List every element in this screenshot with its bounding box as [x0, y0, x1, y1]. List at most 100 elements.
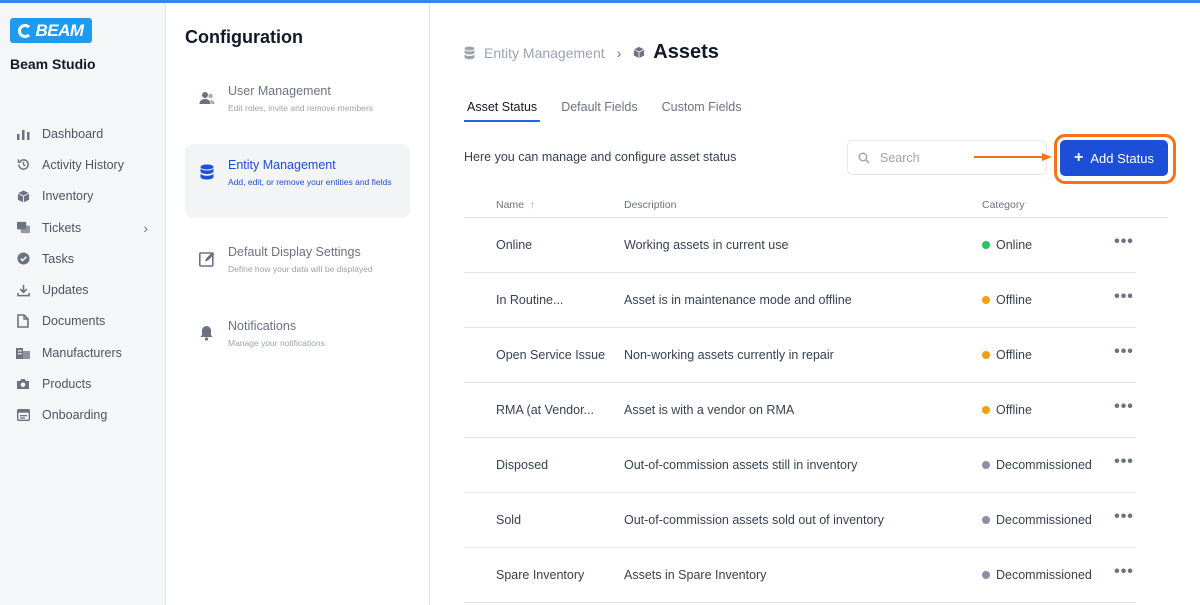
table-row[interactable]: Sold Out-of-commission assets sold out of… — [464, 493, 1168, 548]
breadcrumb-entity-management[interactable]: Entity Management — [484, 45, 605, 61]
sidebar-nav: Dashboard Activity History Inventory Tic… — [0, 118, 166, 431]
edit-display-icon — [199, 251, 215, 267]
sidebar-item-tasks[interactable]: Tasks — [0, 243, 166, 274]
asset-status-table: Name ↑ Description Category Online Workin… — [464, 191, 1168, 603]
check-circle-icon — [16, 252, 30, 266]
category-dot-icon — [982, 241, 990, 249]
users-icon — [199, 90, 215, 106]
sidebar-item-label: Tasks — [42, 251, 74, 266]
sidebar-item-updates[interactable]: Updates — [0, 274, 166, 305]
sidebar-item-inventory[interactable]: Inventory — [0, 181, 166, 212]
more-options-icon[interactable]: ••• — [1114, 562, 1134, 582]
sidebar-item-label: Onboarding — [42, 408, 108, 423]
column-header-description: Description — [624, 199, 677, 211]
status-description: Non-working assets currently in repair — [624, 348, 834, 362]
sidebar-item-label: Updates — [42, 283, 89, 298]
history-icon — [16, 158, 30, 172]
status-name: Sold — [496, 513, 522, 527]
cube-icon — [16, 189, 30, 203]
sidebar-item-onboarding[interactable]: Onboarding — [0, 400, 166, 431]
download-icon — [16, 283, 30, 297]
status-name: In Routine... — [496, 293, 564, 307]
tickets-icon — [16, 221, 30, 235]
sidebar-item-activity-history[interactable]: Activity History — [0, 149, 166, 180]
category-dot-icon — [982, 351, 990, 359]
sidebar-item-label: Dashboard — [42, 126, 104, 141]
status-category: Offline — [982, 403, 1032, 417]
beam-logo[interactable]: BEAM — [10, 18, 92, 43]
column-header-label: Name — [496, 199, 525, 211]
category-label: Offline — [996, 403, 1032, 417]
table-row[interactable]: In Routine... Asset is in maintenance mod… — [464, 273, 1168, 328]
table-row[interactable]: Spare Inventory Assets in Spare Inventory… — [464, 548, 1168, 603]
sidebar-item-products[interactable]: Products — [0, 368, 166, 399]
more-options-icon[interactable]: ••• — [1114, 287, 1134, 307]
chevron-right-icon[interactable]: › — [143, 220, 148, 236]
breadcrumb: Entity Management › Assets — [464, 41, 719, 64]
status-name: RMA (at Vendor... — [496, 403, 594, 417]
main-content: Entity Management › Assets Asset Status … — [430, 3, 1200, 605]
sort-ascending-icon: ↑ — [530, 199, 536, 211]
sidebar-item-label: Inventory — [42, 189, 94, 204]
table-header: Name ↑ Description Category — [464, 191, 1168, 218]
configuration-title: Configuration — [185, 27, 303, 47]
sidebar-item-label: Activity History — [42, 157, 124, 172]
column-header-name[interactable]: Name ↑ — [496, 199, 535, 211]
sidebar-item-documents[interactable]: Documents — [0, 306, 166, 337]
category-dot-icon — [982, 406, 990, 414]
sidebar-item-label: Documents — [42, 314, 106, 329]
column-header-category: Category — [982, 199, 1025, 211]
tab-default-fields[interactable]: Default Fields — [558, 100, 640, 122]
search-icon — [858, 152, 870, 163]
config-item-description: Manage your notifications — [228, 338, 325, 348]
building-icon — [16, 346, 30, 360]
logo-mark-icon — [18, 23, 33, 38]
category-label: Offline — [996, 293, 1032, 307]
sidebar-item-label: Manufacturers — [42, 345, 122, 360]
camera-icon — [16, 377, 30, 391]
status-name: Spare Inventory — [496, 568, 585, 582]
config-item-default-display-settings[interactable]: Default Display Settings Define how your… — [185, 231, 410, 305]
page-title: Assets — [653, 41, 719, 63]
sidebar-item-tickets[interactable]: Tickets › — [0, 212, 166, 243]
more-options-icon[interactable]: ••• — [1114, 232, 1134, 252]
more-options-icon[interactable]: ••• — [1114, 452, 1134, 472]
config-item-title: Default Display Settings — [228, 245, 361, 259]
table-row[interactable]: RMA (at Vendor... Asset is with a vendor … — [464, 383, 1168, 438]
config-item-description: Edit roles, invite and remove members — [228, 103, 374, 113]
config-item-title: Entity Management — [228, 158, 336, 172]
more-options-icon[interactable]: ••• — [1114, 342, 1134, 362]
annotation-arrow — [974, 153, 1052, 161]
category-dot-icon — [982, 516, 990, 524]
config-item-notifications[interactable]: Notifications Manage your notifications — [185, 305, 410, 379]
category-label: Decommissioned — [996, 458, 1092, 472]
sidebar-item-manufacturers[interactable]: Manufacturers — [0, 337, 166, 368]
cube-icon — [633, 46, 645, 60]
sidebar-item-dashboard[interactable]: Dashboard — [0, 118, 166, 149]
table-row[interactable]: Online Working assets in current use Onlin… — [464, 218, 1168, 273]
tab-custom-fields[interactable]: Custom Fields — [659, 100, 745, 122]
status-description: Out-of-commission assets still in invent… — [624, 458, 858, 472]
tab-asset-status[interactable]: Asset Status — [464, 100, 541, 122]
config-item-description: Define how your data will be displayed — [228, 264, 373, 274]
database-icon — [199, 164, 215, 180]
table-body: Online Working assets in current use Onlin… — [464, 218, 1168, 603]
section-description: Here you can manage and configure asset … — [464, 150, 737, 164]
config-item-entity-management[interactable]: Entity Management Add, edit, or remove y… — [185, 144, 410, 218]
table-row[interactable]: Open Service Issue Non-working assets cur… — [464, 328, 1168, 383]
row-divider — [464, 602, 1136, 603]
add-status-button[interactable]: + Add Status — [1060, 140, 1168, 176]
category-label: Online — [996, 238, 1033, 252]
status-description: Working assets in current use — [624, 238, 789, 252]
org-name: Beam Studio — [10, 56, 96, 72]
category-label: Offline — [996, 348, 1032, 362]
config-item-user-management[interactable]: User Management Edit roles, invite and r… — [185, 70, 410, 144]
more-options-icon[interactable]: ••• — [1114, 397, 1134, 417]
sidebar-item-label: Tickets — [42, 220, 82, 235]
status-name: Disposed — [496, 458, 549, 472]
status-category: Decommissioned — [982, 458, 1092, 472]
category-dot-icon — [982, 571, 990, 579]
more-options-icon[interactable]: ••• — [1114, 507, 1134, 527]
table-row[interactable]: Disposed Out-of-commission assets still i… — [464, 438, 1168, 493]
status-category: Online — [982, 238, 1032, 252]
